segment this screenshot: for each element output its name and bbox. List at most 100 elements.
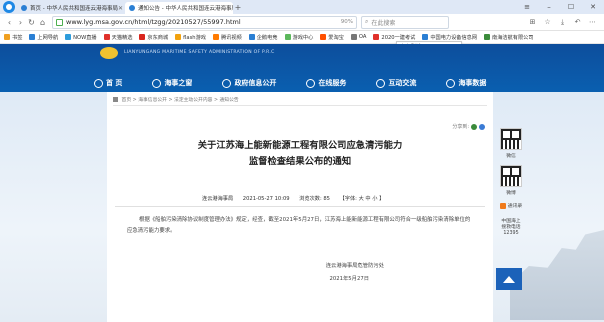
bookmark-item[interactable]: 爱淘宝 [320,34,344,41]
tab-notice[interactable]: 通知公告 - 中华人民共和国连云港海事局 ✕ [125,2,233,14]
bookmark-item[interactable]: 2020一建考试 [373,34,415,41]
minimize-icon[interactable]: – [538,3,560,11]
menu-icon[interactable]: ≡ [516,3,538,11]
weibo-share-icon[interactable] [479,123,485,130]
hotline-number: 12395 [503,231,519,236]
secure-icon [56,18,63,26]
nav-icon [152,78,162,88]
weibo-qr-code [500,165,522,187]
back-icon[interactable]: ‹ [4,18,15,27]
bookmark-item[interactable]: 游戏中心 [284,34,314,41]
main-nav-label: 在线服务 [318,79,347,87]
breadcrumb-text[interactable]: 首页 > 海事信息公开 > 法定主动公开内容 > 通知公告 [122,98,239,103]
browser-tab-bar: 首页 - 中华人民共和国连云港海事局 ✕ 通知公告 - 中华人民共和国连云港海事… [0,0,604,14]
bookmark-icon [248,34,255,40]
close-icon[interactable]: ✕ [118,5,123,12]
address-toolbar: ‹ › ↻ ⌂ www.lyg.msa.gov.cn/html/tzgg/202… [0,14,604,31]
back-to-top-button[interactable] [496,268,522,290]
article-views: 浏览次数: 85 [299,196,330,202]
window-controls: ≡ – ☐ ✕ [516,3,604,11]
article-source: 连云港海事局 [202,196,234,202]
main-nav-item[interactable]: 互动交流 [376,78,416,88]
main-nav-item[interactable]: 海事数据 [446,78,486,88]
site-favicon-icon [129,5,135,11]
arrow-up-icon [503,275,515,283]
main-nav-label: 政府信息公开 [234,79,277,87]
article-card: 首页 > 海事信息公开 > 法定主动公开内容 > 通知公告 分享到: 关于江苏海… [107,92,493,322]
bookmark-item[interactable]: OA [350,34,366,40]
download-icon[interactable]: ⤓ [555,18,570,27]
bookmark-icon [139,34,146,40]
nav-icon [222,78,232,88]
directory-link[interactable]: 通讯录 [493,202,529,209]
bookmark-item[interactable]: flash游戏 [175,34,206,41]
bookmark-item[interactable]: 中国电力设备信息网 [422,34,477,41]
breadcrumb: 首页 > 海事信息公开 > 法定主动公开内容 > 通知公告 [113,96,239,103]
rss-icon [499,202,506,209]
toolbar-icons: ⊞ ☆ ⤓ ↶ ⋯ [525,18,600,27]
bookmark-item[interactable]: 南海洁航有限公司 [484,34,534,41]
article-meta: 连云港海事局 2021-05-27 10:09 浏览次数: 85 【字体: 大 … [202,195,392,202]
main-nav-item[interactable]: 政府信息公开 [222,78,276,88]
forward-icon[interactable]: › [15,18,26,27]
bookmark-item[interactable]: 上网导航 [29,34,58,41]
bookmark-label: 腾讯视频 [220,34,242,41]
bookmark-label: 游戏中心 [292,34,314,41]
main-nav-label: 海事数据 [458,79,487,87]
bookmark-item[interactable]: 天猫精选 [103,34,133,41]
maximize-icon[interactable]: ☐ [560,3,582,11]
tab-label: 首页 - 中华人民共和国连云港海事局 [30,6,118,12]
search-placeholder: 在此搜索 [371,19,396,27]
bookmarks-bar: 书签 上网导航 NOW直播 天猫精选 京东商城 flash游戏 腾讯视频 企鹅电竞 游戏中心 爱淘… [0,31,604,44]
star-icon[interactable]: ☆ [540,18,555,27]
signature-date: 2021年5月27日 [329,276,369,282]
home-icon[interactable]: ⌂ [37,18,48,27]
bookmark-label: 2020一建考试 [381,34,416,41]
bookmark-icon [103,34,110,40]
browser-logo-icon[interactable] [3,1,15,13]
bookmark-item[interactable]: 腾讯视频 [212,34,242,41]
undo-icon[interactable]: ↶ [570,18,585,27]
article-body: 根据《船舶污染清除协议制度管理办法》规定，经查，截至2021年5月27日，江苏海… [127,217,471,234]
article-title-line2: 监督检查结果公布的通知 [248,156,352,167]
tab-home[interactable]: 首页 - 中华人民共和国连云港海事局 ✕ [17,2,125,14]
close-window-icon[interactable]: ✕ [582,3,604,11]
tab-label: 通知公告 - 中华人民共和国连云港海事局 [138,6,233,12]
right-sidebar: 微信 微博 通讯录 中国海上 搜救电话 12395 [493,128,529,237]
grid-icon[interactable]: ⊞ [525,18,540,27]
article-date: 2021-05-27 10:09 [242,196,290,202]
share-bar: 分享到: [452,123,485,130]
url-text: www.lyg.msa.gov.cn/html/tzgg/20210527/55… [66,18,241,26]
refresh-icon[interactable]: ↻ [26,18,37,27]
search-input[interactable]: ⌕ 在此搜索 [361,15,449,29]
bookmark-icon [65,34,72,40]
url-field[interactable]: www.lyg.msa.gov.cn/html/tzgg/20210527/55… [52,15,357,29]
bookmark-item[interactable]: NOW直播 [65,34,97,41]
bookmark-icon [320,34,327,40]
main-nav-item[interactable]: 海事之窗 [152,78,192,88]
new-tab-button[interactable]: + [233,3,243,12]
more-icon[interactable]: ⋯ [585,18,600,27]
bookmark-icon [284,34,291,40]
main-nav-item[interactable]: 在线服务 [306,78,346,88]
main-nav-item[interactable]: 首 页 [94,78,122,88]
bookmark-item[interactable]: 京东商城 [139,34,168,41]
bookmark-label: 企鹅电竞 [256,34,278,41]
bookmark-icon [175,34,182,40]
wechat-share-icon[interactable] [471,123,477,130]
bookmark-icon [29,34,36,40]
home-icon [113,97,118,102]
divider [113,105,487,106]
bookmark-item[interactable]: 书签 [4,34,22,41]
bookmark-icon [484,34,491,40]
bookmark-label: 天猫精选 [111,34,133,41]
article-title-line1: 关于江苏海上能新能源工程有限公司应急清污能力 [197,140,403,151]
bookmark-label: 爱淘宝 [328,34,344,41]
font-size-switcher[interactable]: 【字体: 大 中 小 】 [340,196,385,202]
bookmark-icon [422,34,429,40]
site-header: LIANYUNGANG MARITIME SAFETY ADMINISTRATI… [0,44,604,92]
zoom-level[interactable]: 90% [341,19,353,25]
nav-icon [306,78,316,88]
bookmark-item[interactable]: 企鹅电竞 [248,34,278,41]
bookmark-icon [373,34,380,40]
